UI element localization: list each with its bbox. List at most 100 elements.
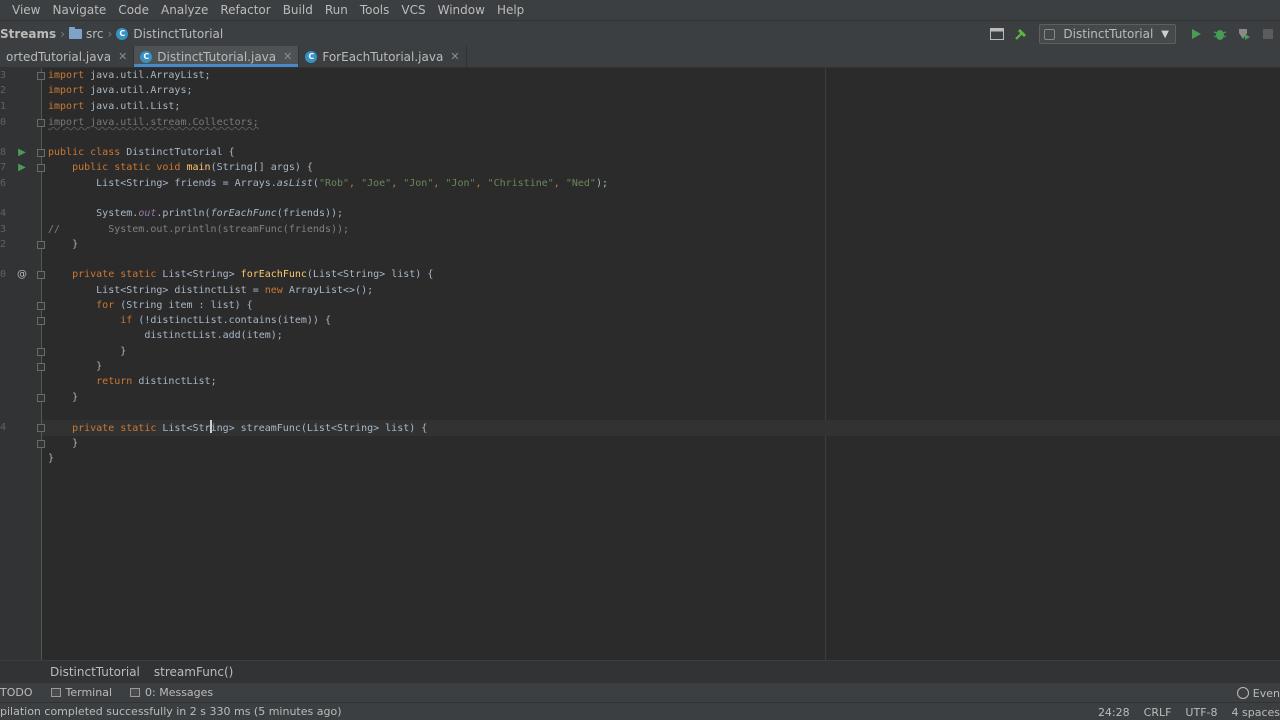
code-text: );	[595, 178, 608, 189]
code-line: }	[0, 344, 1280, 359]
code-line: }	[0, 436, 1280, 451]
close-icon[interactable]: ✕	[450, 50, 459, 63]
code-breadcrumbs: DistinctTutorial streamFunc()	[0, 660, 1280, 682]
run-icon[interactable]	[1187, 25, 1205, 43]
static-method: asList	[276, 178, 313, 189]
line-separator[interactable]: CRLF	[1144, 706, 1172, 719]
code-line: 3 import java.util.ArrayList;	[0, 68, 1280, 83]
tab-label: DistinctTutorial.java	[157, 49, 277, 64]
nav-folder[interactable]: src	[69, 26, 104, 41]
code-text: }	[48, 239, 79, 250]
line-number: 0	[0, 117, 6, 128]
java-class-icon: C	[305, 50, 318, 63]
code-text: (friends));	[276, 208, 344, 219]
line-number: 6	[0, 178, 6, 189]
fold-marker[interactable]	[37, 424, 45, 432]
menu-vcs[interactable]: VCS	[395, 0, 431, 20]
keyword: import	[48, 85, 85, 96]
tool-window-messages[interactable]: 0: Messages	[130, 686, 213, 699]
code-text: }	[48, 361, 103, 372]
fold-marker[interactable]	[37, 241, 45, 249]
string-literal: "Ned"	[565, 178, 596, 189]
code-text: (String[] args) {	[210, 162, 313, 173]
menu-view[interactable]: View	[6, 0, 46, 20]
tab-distinct-tutorial[interactable]: C DistinctTutorial.java ✕	[134, 46, 300, 67]
close-icon[interactable]: ✕	[118, 50, 127, 63]
tab-label: ForEachTutorial.java	[322, 49, 444, 64]
build-hammer-icon[interactable]	[1012, 25, 1030, 43]
project-structure-icon[interactable]	[988, 25, 1006, 43]
keyword: import	[48, 70, 85, 81]
menu-build[interactable]: Build	[277, 0, 319, 20]
tool-window-todo[interactable]: TODO	[0, 686, 33, 699]
method-name: main	[186, 162, 211, 173]
fold-marker[interactable]	[37, 119, 45, 127]
menu-analyze[interactable]: Analyze	[155, 0, 214, 20]
debug-icon[interactable]	[1211, 25, 1229, 43]
code-editor[interactable]: 3 import java.util.ArrayList; 2 import j…	[0, 68, 1280, 660]
code-line: }	[0, 359, 1280, 374]
code-punct: ,	[433, 178, 446, 189]
fold-marker[interactable]	[37, 348, 45, 356]
fold-marker[interactable]	[37, 302, 45, 310]
tool-window-right: Even	[1236, 683, 1280, 703]
code-text: (List<String> list) {	[306, 269, 434, 280]
menu-refactor[interactable]: Refactor	[214, 0, 276, 20]
code-text: }	[48, 453, 55, 464]
override-gutter-icon[interactable]: @	[16, 267, 28, 282]
coverage-icon[interactable]	[1235, 25, 1253, 43]
nav-file[interactable]: C DistinctTutorial	[116, 27, 223, 41]
fold-marker[interactable]	[37, 271, 45, 279]
run-gutter-icon[interactable]: ▶	[16, 160, 28, 175]
code-line: 4 private static List<String> streamFunc…	[0, 420, 1280, 435]
fold-marker[interactable]	[37, 394, 45, 402]
code-text: }	[48, 438, 79, 449]
tool-window-event-log[interactable]: Even	[1236, 687, 1280, 700]
tool-window-terminal[interactable]: Terminal	[50, 686, 112, 699]
line-number: 2	[0, 239, 6, 250]
stop-icon[interactable]	[1259, 25, 1277, 43]
fold-marker[interactable]	[37, 164, 45, 172]
run-config-label: DistinctTutorial	[1063, 27, 1154, 41]
close-icon[interactable]: ✕	[283, 50, 292, 63]
fold-marker[interactable]	[37, 440, 45, 448]
code-text: ArrayList<>();	[282, 285, 374, 296]
keyword: private static	[48, 423, 163, 434]
indent-setting[interactable]: 4 spaces	[1232, 706, 1280, 719]
line-number: 8	[0, 147, 6, 158]
menu-help[interactable]: Help	[491, 0, 530, 20]
status-right: 24:28 CRLF UTF-8 4 spaces	[1098, 703, 1280, 720]
messages-icon	[130, 688, 141, 697]
tab-foreach-tutorial[interactable]: C ForEachTutorial.java ✕	[299, 46, 467, 67]
event-log-icon	[1236, 687, 1249, 699]
breadcrumb-class[interactable]: DistinctTutorial	[50, 665, 140, 679]
menu-code[interactable]: Code	[112, 0, 155, 20]
code-text: List<String> friends = Arrays.	[48, 178, 277, 189]
fold-marker[interactable]	[37, 363, 45, 371]
tab-sorted-tutorial[interactable]: ortedTutorial.java ✕	[0, 46, 135, 67]
nav-separator: ›	[60, 26, 65, 41]
string-literal: "Rob"	[318, 178, 350, 189]
fold-marker[interactable]	[37, 149, 45, 157]
string-literal: "Joe"	[361, 178, 392, 189]
line-number: 4	[0, 208, 6, 219]
menu-run[interactable]: Run	[319, 0, 354, 20]
keyword: private static	[48, 269, 163, 280]
line-number: 1	[0, 101, 6, 112]
caret-position[interactable]: 24:28	[1098, 706, 1130, 719]
menu-tools[interactable]: Tools	[354, 0, 396, 20]
fold-marker[interactable]	[37, 72, 45, 80]
code-line: 2 }	[0, 237, 1280, 252]
code-line: 7 ▶ public static void main(String[] arg…	[0, 160, 1280, 175]
menu-window[interactable]: Window	[432, 0, 491, 20]
keyword: public static void	[48, 162, 187, 173]
file-encoding[interactable]: UTF-8	[1185, 706, 1217, 719]
code-text: System.	[48, 208, 139, 219]
menu-navigate[interactable]: Navigate	[46, 0, 112, 20]
breadcrumb-method[interactable]: streamFunc()	[154, 665, 233, 679]
terminal-icon	[50, 688, 61, 697]
run-configuration-select[interactable]: DistinctTutorial ▼	[1039, 24, 1176, 44]
nav-project[interactable]: Streams	[0, 27, 56, 41]
run-gutter-icon[interactable]: ▶	[16, 145, 28, 160]
fold-marker[interactable]	[37, 317, 45, 325]
